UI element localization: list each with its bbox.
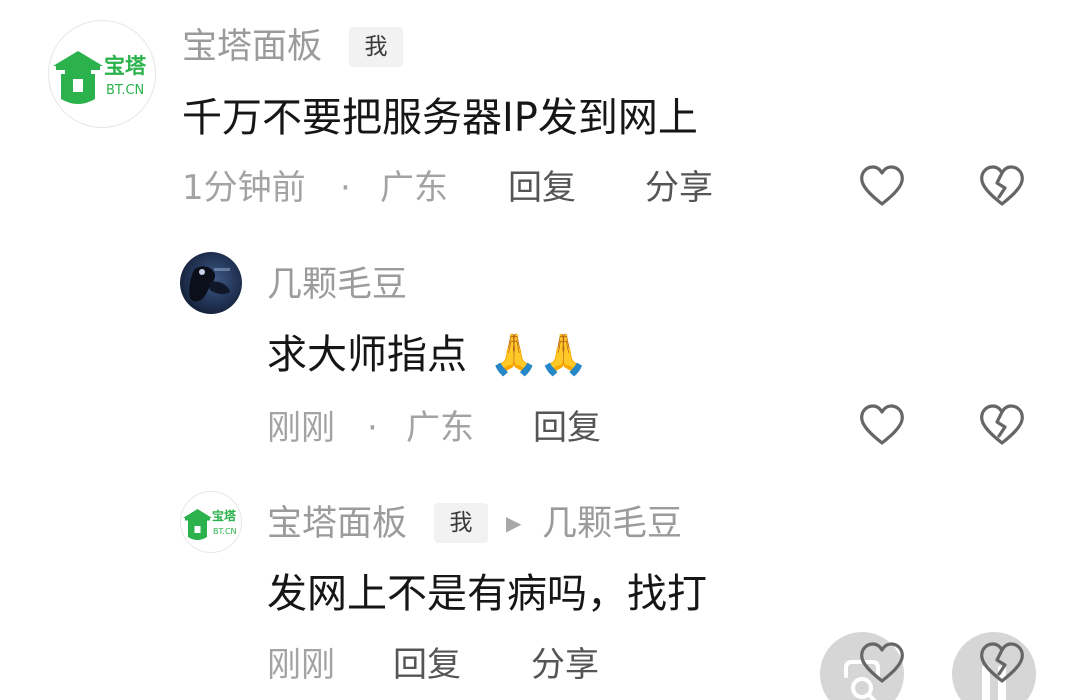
heart-outline-icon xyxy=(860,642,904,683)
reply-to-author[interactable]: 几颗毛豆 xyxy=(542,504,682,544)
comment-emoji: 🙏🙏 xyxy=(489,332,589,378)
broken-heart-icon xyxy=(980,642,1024,683)
share-button[interactable]: 分享 xyxy=(645,168,713,208)
reply-button[interactable]: 回复 xyxy=(393,645,461,685)
comment-time: 刚刚 xyxy=(267,408,335,448)
share-button[interactable]: 分享 xyxy=(531,645,599,685)
heart-outline-icon xyxy=(860,404,904,445)
heart-outline-icon xyxy=(860,165,904,206)
meta-separator: · xyxy=(367,408,378,448)
like-button[interactable] xyxy=(856,161,908,213)
comment-text: 求大师指点 xyxy=(267,332,467,378)
reply-arrow-icon: ▶ xyxy=(506,511,522,535)
comment-text: 千万不要把服务器IP发到网上 xyxy=(182,95,698,141)
dislike-button[interactable] xyxy=(976,638,1028,690)
comment-author[interactable]: 宝塔面板 xyxy=(267,504,407,544)
comment-time: 刚刚 xyxy=(267,645,335,685)
avatar[interactable]: 宝塔 BT.CN xyxy=(180,491,242,553)
avatar[interactable] xyxy=(180,252,242,314)
broken-heart-icon xyxy=(980,404,1024,445)
dislike-button[interactable] xyxy=(976,161,1028,213)
author-self-badge: 我 xyxy=(349,27,403,67)
reply-button[interactable]: 回复 xyxy=(533,408,601,448)
author-self-badge: 我 xyxy=(434,503,488,543)
comment-author[interactable]: 宝塔面板 xyxy=(182,27,322,67)
dislike-button[interactable] xyxy=(976,400,1028,452)
avatar-brand-cn: 宝塔 xyxy=(104,54,146,78)
comment-time: 1分钟前 xyxy=(182,168,306,208)
avatar-image-icon xyxy=(180,252,242,314)
comment-location: 广东 xyxy=(380,168,448,208)
avatar[interactable]: 宝塔 BT.CN xyxy=(48,20,156,128)
broken-heart-icon xyxy=(980,165,1024,206)
comment-location: 广东 xyxy=(406,408,474,448)
like-button[interactable] xyxy=(856,400,908,452)
avatar-brand-en: BT.CN xyxy=(213,527,237,536)
avatar-brand-en: BT.CN xyxy=(106,83,145,98)
comment-author[interactable]: 几颗毛豆 xyxy=(267,265,407,305)
reply-button[interactable]: 回复 xyxy=(508,168,576,208)
like-button[interactable] xyxy=(856,638,908,690)
meta-separator: · xyxy=(340,168,351,208)
avatar-brand-cn: 宝塔 xyxy=(212,509,237,523)
comment-thread: 宝塔 BT.CN 宝塔面板 我 千万不要把服务器IP发到网上 1分钟前 · 广东… xyxy=(0,0,1078,700)
comment-text: 发网上不是有病吗，找打 xyxy=(267,571,707,617)
